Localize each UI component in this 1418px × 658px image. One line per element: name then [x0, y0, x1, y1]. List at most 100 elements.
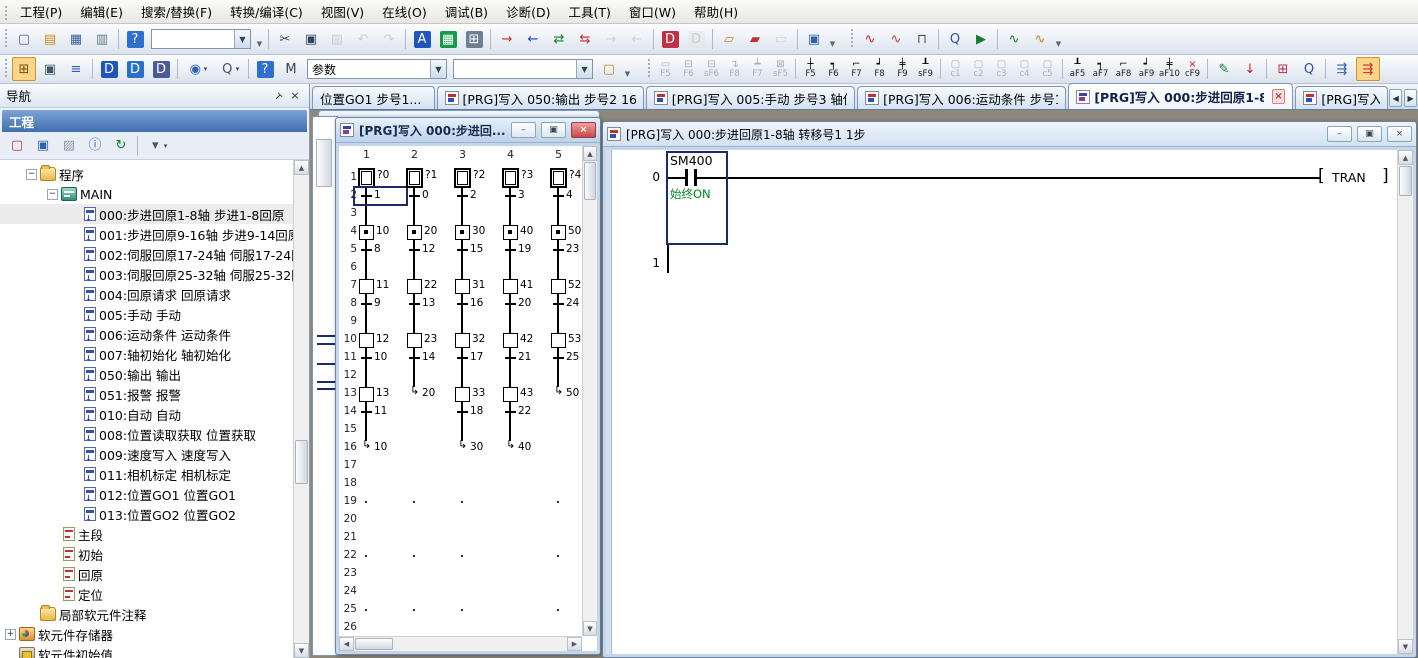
device-display-icon[interactable]: ◉▾ — [182, 57, 212, 81]
sfc-step[interactable] — [359, 279, 374, 294]
chevron-down-icon[interactable]: ▼ — [430, 60, 446, 78]
navigation-toggle-icon[interactable]: ⊞ — [12, 57, 36, 81]
tree-item-003-伺服回原25-32轴[interactable]: 003:伺服回原25-32轴 伺服25-32回 — [0, 264, 293, 284]
save-icon[interactable]: ▦ — [64, 27, 88, 51]
device-batch-icon[interactable]: D — [149, 57, 173, 81]
trace-setting-icon[interactable]: ∿ — [858, 27, 882, 51]
restore-icon[interactable]: ▣ — [541, 122, 566, 138]
device-comment-icon[interactable]: A — [410, 27, 434, 51]
close-icon[interactable]: × — [571, 122, 596, 138]
menu-窗口W[interactable]: 窗口(W) — [620, 0, 685, 24]
menu-搜索/替换F[interactable]: 搜索/替换(F) — [132, 0, 221, 24]
tree-item-008-位置读取获取[interactable]: 008:位置读取获取 位置获取 — [0, 424, 293, 444]
sfc-step[interactable] — [503, 279, 518, 294]
copy-icon[interactable]: ▣ — [299, 27, 323, 51]
tree-item-程序[interactable]: −程序 — [0, 164, 293, 184]
document-tab-4[interactable]: [PRG]写入 000:步进回原1-8...× — [1068, 83, 1293, 109]
document-tab-1[interactable]: [PRG]写入 050:输出 步号2 168步 — [437, 86, 644, 109]
menu-在线O[interactable]: 在线(O) — [373, 0, 436, 24]
sfc-transition[interactable] — [505, 357, 516, 359]
ladder-branch-af9[interactable]: ┙aF9 — [1135, 56, 1158, 83]
tab-close-icon[interactable]: × — [1272, 89, 1286, 104]
sampling-trace-icon[interactable]: ⊓ — [910, 27, 934, 51]
sfc-jump-icon[interactable]: ↳ — [554, 386, 563, 396]
element-selection-icon[interactable]: ▣ — [38, 57, 62, 81]
scroll-up-icon[interactable]: ▲ — [294, 160, 309, 175]
menu-编辑E[interactable]: 编辑(E) — [71, 0, 132, 24]
collapse-icon[interactable]: − — [47, 189, 58, 200]
doc-gen-icon[interactable]: ▱ — [717, 27, 741, 51]
sfc-horizontal-scrollbar[interactable]: ◀ ▶ — [339, 636, 582, 651]
tree-item-初始[interactable]: 初始 — [0, 544, 293, 564]
sfc-selection-cursor[interactable] — [353, 186, 408, 206]
sfc-step[interactable] — [455, 387, 470, 402]
toolbar-overflow-icon[interactable]: ▼ — [1053, 28, 1064, 50]
sfc-step[interactable] — [359, 333, 374, 348]
tree-item-002-伺服回原17-24轴[interactable]: 002:伺服回原17-24轴 伺服17-24回 — [0, 244, 293, 264]
tree-item-局部软元件注释[interactable]: 局部软元件注释 — [0, 604, 293, 624]
verify-plc-icon[interactable]: ⇄ — [547, 27, 571, 51]
tree-item-005-手动[interactable]: 005:手动 手动 — [0, 304, 293, 324]
close-icon[interactable]: × — [1387, 126, 1412, 142]
sfc-jump-icon[interactable]: ↳ — [458, 440, 467, 450]
help2-icon[interactable]: ? — [253, 57, 277, 81]
nav-new-icon[interactable]: ▢ — [5, 134, 29, 158]
toolbar-grip[interactable] — [646, 59, 651, 79]
tree-item-050-输出[interactable]: 050:输出 输出 — [0, 364, 293, 384]
tree-item-软元件初始值[interactable]: 软元件初始值 — [0, 644, 293, 658]
tree-item-009-速度写入[interactable]: 009:速度写入 速度写入 — [0, 444, 293, 464]
watch-find-icon[interactable]: Q — [943, 27, 967, 51]
chevron-down-icon[interactable]: ▾ — [204, 65, 208, 73]
ladder-branch-af5[interactable]: ┸aF5 — [1066, 56, 1089, 83]
project-tree-scrollbar[interactable]: ▲ ▼ — [293, 160, 309, 658]
sfc-transition[interactable] — [361, 249, 372, 251]
menu-工具T[interactable]: 工具(T) — [559, 0, 619, 24]
sfc-transition[interactable] — [505, 411, 516, 413]
tree-item-MAIN[interactable]: −MAIN — [0, 184, 293, 204]
restore-icon[interactable]: ▣ — [1357, 126, 1382, 142]
sfc-transition[interactable] — [361, 303, 372, 305]
chevron-down-icon[interactable]: ▼ — [576, 60, 592, 78]
sfc-step[interactable] — [551, 333, 566, 348]
output-window-icon[interactable]: ≡ — [64, 57, 88, 81]
toolbar-grip[interactable] — [849, 29, 854, 49]
tree-item-004-回原请求[interactable]: 004:回原请求 回原请求 — [0, 284, 293, 304]
menu-工程P[interactable]: 工程(P) — [11, 0, 71, 24]
new-file-icon[interactable]: ▢ — [12, 27, 36, 51]
device-read-icon[interactable]: D — [684, 27, 708, 51]
tree-item-001-步进回原9-16轴[interactable]: 001:步进回原9-16轴 步进9-14回原 — [0, 224, 293, 244]
tree-item-回原[interactable]: 回原 — [0, 564, 293, 584]
device-monitor-icon[interactable]: ▦ — [436, 27, 460, 51]
sfc-transition[interactable] — [409, 357, 420, 359]
sfc-transition[interactable] — [457, 411, 468, 413]
sfc-step[interactable] — [407, 333, 422, 348]
device-write-icon[interactable]: D — [658, 27, 682, 51]
sfc-step[interactable] — [359, 225, 374, 240]
remote-op-icon[interactable]: → — [599, 27, 623, 51]
help-icon[interactable]: ? — [123, 27, 147, 51]
ladder-branch-cf9[interactable]: ×cF9 — [1181, 56, 1204, 83]
tree-item-011-相机标定[interactable]: 011:相机标定 相机标定 — [0, 464, 293, 484]
tree-item-软元件存储器[interactable]: +软元件存储器 — [0, 624, 293, 644]
sfc-jump-icon[interactable]: ↳ — [506, 440, 515, 450]
document-tab-0[interactable]: 位置GO1 步号1... — [312, 86, 435, 109]
print-icon[interactable]: ▥ — [90, 27, 114, 51]
sfc-window-titlebar[interactable]: [PRG]写入 000:步进回... – ▣ × — [336, 118, 600, 143]
sfc-step[interactable] — [551, 279, 566, 294]
ladder-symbol-f6[interactable]: ┑F6 — [822, 56, 845, 83]
menu-视图V[interactable]: 视图(V) — [312, 0, 373, 24]
tree-item-006-运动条件[interactable]: 006:运动条件 运动条件 — [0, 324, 293, 344]
tree-item-定位[interactable]: 定位 — [0, 584, 293, 604]
ladder-branch-af7[interactable]: ┑aF7 — [1089, 56, 1112, 83]
nav-refresh-icon[interactable]: ↻ — [109, 134, 133, 158]
device-memory-icon[interactable]: D — [123, 57, 147, 81]
structure-active-icon[interactable]: ⇶ — [1356, 57, 1380, 81]
sfc-step[interactable] — [551, 225, 566, 240]
nav-copy-icon[interactable]: ▣ — [31, 134, 55, 158]
tree-item-000-步进回原1-8轴[interactable]: 000:步进回原1-8轴 步进1-8回原 — [0, 204, 293, 224]
sfc-step[interactable] — [407, 279, 422, 294]
nav-paste-icon[interactable]: ▨ — [57, 134, 81, 158]
sfc-initial-step[interactable] — [358, 168, 375, 188]
sfc-initial-step[interactable] — [550, 168, 567, 188]
sfc-transition[interactable] — [361, 411, 372, 413]
